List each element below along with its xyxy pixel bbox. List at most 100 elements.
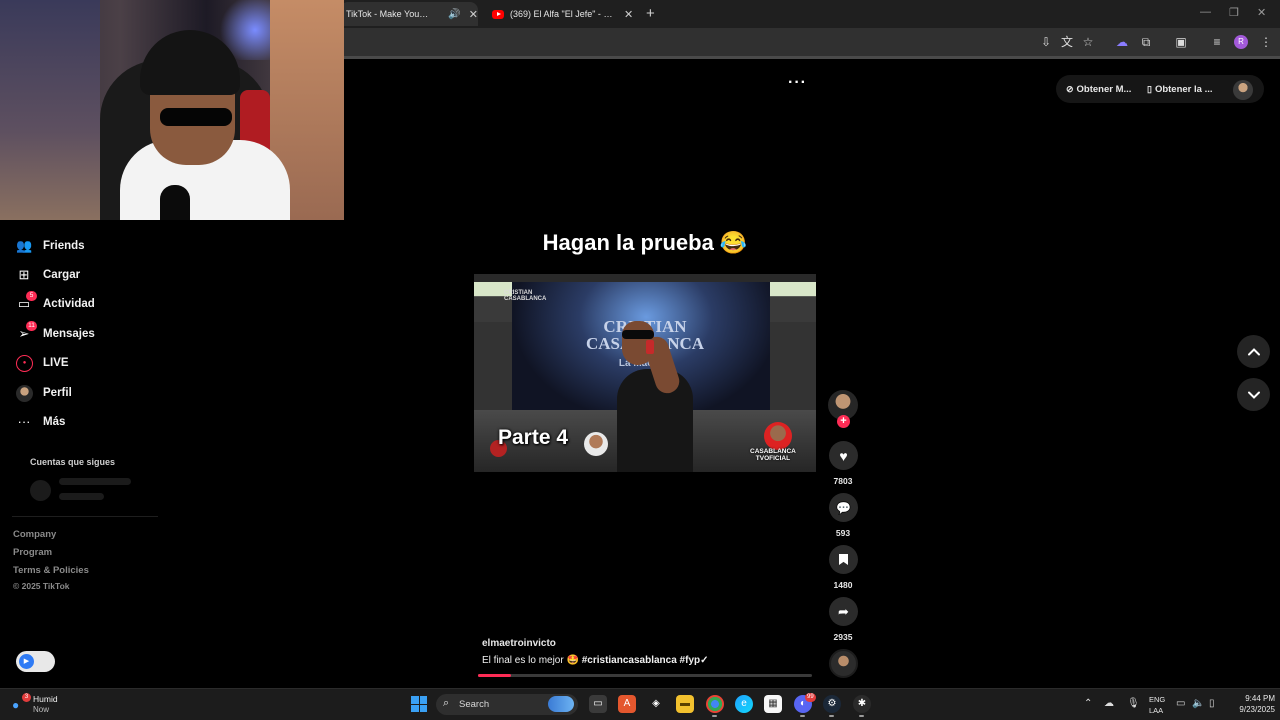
brand-line: CASABLANCA xyxy=(504,296,547,302)
footer-link-company[interactable]: Company xyxy=(13,529,56,540)
tab-youtube[interactable]: (369) El Alfa "El Jefe" - Persigue ✕ xyxy=(488,2,638,26)
comment-icon: 💬 xyxy=(836,500,851,515)
get-desktop-app-button[interactable]: ⊘ Obtener M... xyxy=(1066,84,1131,95)
footer-link-program[interactable]: Program xyxy=(13,547,52,558)
video-channel-logo xyxy=(764,422,792,450)
get-app-label: Obtener la ... xyxy=(1154,84,1213,95)
close-tab-icon[interactable]: ✕ xyxy=(469,8,478,21)
footer-link-terms[interactable]: Terms & Policies xyxy=(13,565,89,576)
account-avatar[interactable] xyxy=(1233,80,1253,100)
tab-label: TikTok - Make Your Day xyxy=(346,9,430,19)
translate-icon[interactable]: 文 xyxy=(1060,35,1074,49)
minimize-icon[interactable]: — xyxy=(1200,6,1211,18)
running-indicator xyxy=(712,715,717,717)
taskbar-date[interactable]: 9/23/2025 xyxy=(1226,705,1275,714)
steam-icon[interactable]: ⚙ xyxy=(823,695,841,713)
task-view-icon[interactable]: ▭ xyxy=(589,695,607,713)
sound-disc-icon[interactable] xyxy=(829,649,858,678)
store-icon[interactable]: ▦ xyxy=(764,695,782,713)
follow-plus-icon[interactable]: + xyxy=(837,415,850,428)
sidebar-item-label: Cargar xyxy=(43,269,81,281)
sidebar-item-label: Mensajes xyxy=(43,328,95,340)
following-skeleton-avatar xyxy=(30,480,51,501)
webcam-person-glasses xyxy=(160,108,232,126)
bookmark-icon xyxy=(839,554,848,565)
extension-cloud-icon[interactable]: ☁ xyxy=(1115,35,1129,49)
close-window-icon[interactable]: ✕ xyxy=(1257,6,1266,19)
sidebar-item-upload[interactable]: ⊞ Cargar xyxy=(16,265,81,285)
like-button[interactable]: ♥ xyxy=(829,441,858,470)
messages-icon: ➢ 11 xyxy=(16,321,37,342)
video-brand-mark: CRISTIAN CASABLANCA xyxy=(504,290,546,302)
next-video-button[interactable] xyxy=(1237,378,1270,411)
settings-app-icon[interactable]: ✱ xyxy=(853,695,871,713)
file-explorer-icon[interactable]: ▬ xyxy=(676,695,694,713)
share-button[interactable]: ➦ xyxy=(829,597,858,626)
phone-icon: ▯ xyxy=(1147,84,1152,94)
video-person-glasses xyxy=(622,330,654,339)
new-tab-icon[interactable]: + xyxy=(646,5,655,22)
app-toggle[interactable]: ▶ xyxy=(16,651,55,672)
split-view-icon[interactable]: ▣ xyxy=(1174,35,1188,49)
get-mobile-app-button[interactable]: ▯ Obtener la ... xyxy=(1147,84,1213,95)
video-progress-bar[interactable] xyxy=(478,674,812,677)
install-app-icon[interactable]: ⇩ xyxy=(1039,35,1053,49)
like-count: 7803 xyxy=(833,476,853,486)
taskbar-time[interactable]: 9:44 PM xyxy=(1231,694,1275,703)
previous-video-button[interactable] xyxy=(1237,335,1270,368)
sidebar-item-live[interactable]: ● LIVE xyxy=(16,353,69,373)
edge-icon[interactable]: e xyxy=(735,695,753,713)
toggle-knob-icon: ▶ xyxy=(19,654,34,669)
video-player[interactable]: CRISTIANCASABLANCA CRISTIANCASABLANCA La… xyxy=(474,274,816,472)
video-author[interactable]: elmaetroinvicto xyxy=(482,638,556,649)
restore-icon[interactable]: ❐ xyxy=(1229,6,1239,19)
following-skeleton-line xyxy=(59,493,104,500)
sidebar-divider xyxy=(12,516,158,517)
media-controls-icon[interactable]: ≡ xyxy=(1210,35,1224,49)
tab-tiktok[interactable]: TikTok - Make Your Day 🔊 ✕ xyxy=(340,2,478,26)
weather-title[interactable]: Humid xyxy=(33,694,58,704)
input-layout[interactable]: LAA xyxy=(1149,706,1163,715)
upload-icon: ⊞ xyxy=(18,267,30,282)
close-tab-icon[interactable]: ✕ xyxy=(624,8,633,21)
sidebar-item-friends[interactable]: 👥 Friends xyxy=(16,236,85,256)
description-hashtags[interactable]: #cristiancasablanca #fyp✓ xyxy=(582,655,709,666)
network-icon[interactable]: ▭ xyxy=(1176,698,1185,709)
microphone-icon[interactable]: 🎙 xyxy=(1127,698,1140,709)
volume-icon[interactable]: 🔈 xyxy=(1192,698,1204,709)
extensions-icon[interactable]: ⧉ xyxy=(1139,35,1153,49)
chevron-up-icon xyxy=(1247,347,1260,355)
more-icon: ··· xyxy=(17,414,31,429)
input-language[interactable]: ENG xyxy=(1149,695,1165,704)
cloud-sync-icon[interactable]: ☁ xyxy=(1104,698,1114,709)
app-a-icon[interactable]: A xyxy=(618,695,636,713)
activity-icon: ▭ 5 xyxy=(16,291,37,312)
comment-button[interactable]: 💬 xyxy=(829,493,858,522)
sidebar-item-messages[interactable]: ➢ 11 Mensajes xyxy=(16,321,95,344)
sidebar-item-activity[interactable]: ▭ 5 Actividad xyxy=(16,291,95,314)
video-frame-top xyxy=(474,274,816,282)
webcam-microphone xyxy=(160,185,190,220)
tray-chevron-up-icon[interactable]: ⌃ xyxy=(1084,698,1092,709)
tab-label: (369) El Alfa "El Jefe" - Persigue xyxy=(510,9,616,19)
bookmark-star-icon[interactable]: ☆ xyxy=(1081,35,1095,49)
webcam-room xyxy=(0,0,100,220)
sidebar-item-profile[interactable]: Perfil xyxy=(16,383,72,403)
friends-icon: 👥 xyxy=(16,238,33,253)
menu-kebab-icon[interactable]: ⋮ xyxy=(1259,35,1273,49)
battery-icon[interactable]: ▯ xyxy=(1209,698,1215,709)
more-options-icon[interactable]: ··· xyxy=(788,74,807,92)
copilot-icon[interactable]: ◈ xyxy=(647,695,665,713)
speaker-icon[interactable]: 🔊 xyxy=(448,9,460,20)
running-indicator xyxy=(829,715,834,717)
profile-icon[interactable]: R xyxy=(1234,35,1248,49)
taskbar-search-label: Search xyxy=(459,699,490,710)
running-indicator xyxy=(800,715,805,717)
sidebar-item-more[interactable]: ··· Más xyxy=(16,412,66,432)
weather-badge: 3 xyxy=(22,693,31,702)
chevron-down-icon xyxy=(1247,391,1260,399)
chrome-icon[interactable] xyxy=(706,695,724,713)
sidebar-item-label: LIVE xyxy=(43,357,69,369)
save-button[interactable] xyxy=(829,545,858,574)
start-button-windows-icon[interactable] xyxy=(411,696,427,712)
